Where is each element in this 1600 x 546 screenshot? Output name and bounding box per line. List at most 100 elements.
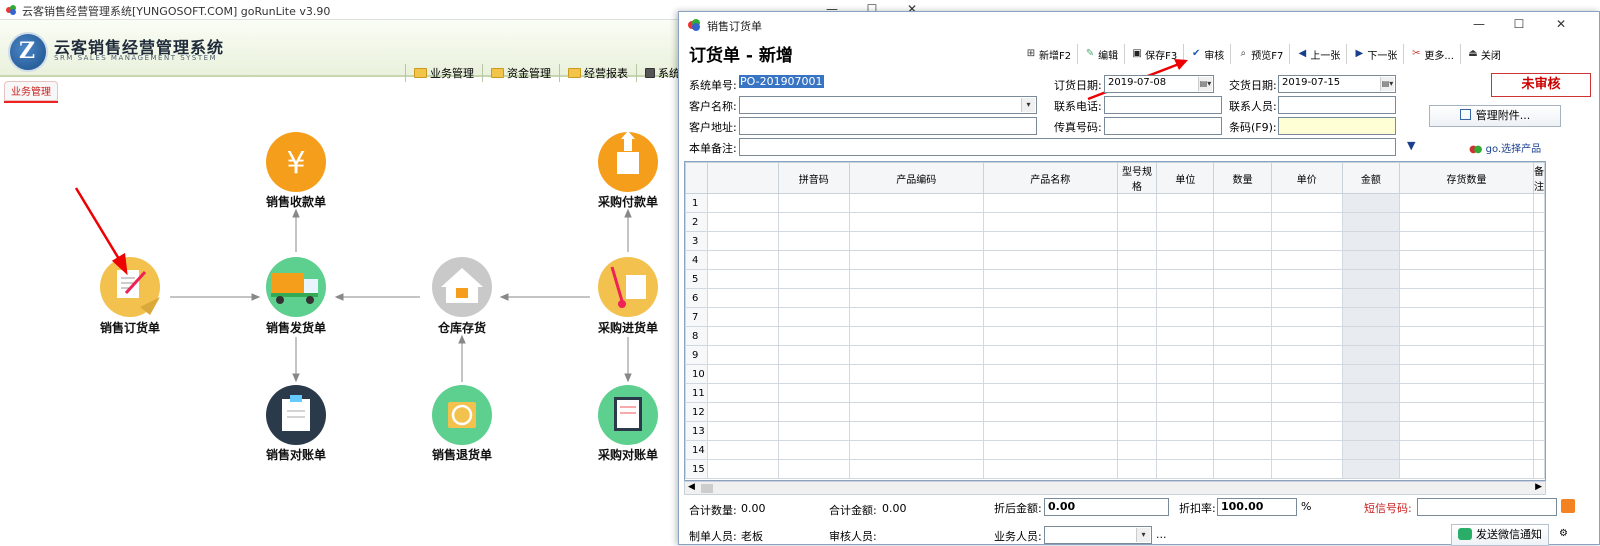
table-row[interactable]: 15 [685, 459, 1545, 479]
table-cell[interactable] [1398, 288, 1535, 308]
table-cell[interactable] [1156, 288, 1215, 308]
exit-button[interactable]: ⏏ 关闭 [1461, 44, 1507, 64]
node-sales-receipt[interactable]: 销售收款单 [241, 193, 351, 210]
table-cell[interactable] [1398, 326, 1535, 346]
table-cell[interactable] [777, 364, 850, 384]
table-cell[interactable] [706, 364, 779, 384]
column-header[interactable]: 单位 [1156, 162, 1215, 194]
table-cell[interactable] [982, 364, 1118, 384]
table-cell[interactable] [1213, 364, 1272, 384]
table-cell[interactable] [777, 383, 850, 403]
table-cell[interactable] [1398, 231, 1535, 251]
node-purchase-payment[interactable]: 采购付款单 [573, 193, 683, 210]
table-cell[interactable] [982, 288, 1118, 308]
table-cell[interactable] [1398, 440, 1535, 460]
table-cell[interactable] [1156, 459, 1215, 479]
table-cell[interactable] [1156, 307, 1215, 327]
table-cell[interactable] [982, 212, 1118, 232]
table-cell[interactable] [1533, 440, 1545, 460]
table-cell[interactable] [706, 250, 779, 270]
table-cell[interactable] [1270, 459, 1343, 479]
column-header[interactable]: 拼音码 [777, 162, 850, 194]
calendar-icon[interactable]: ▤▾ [1380, 77, 1394, 91]
column-header[interactable]: 产品名称 [982, 162, 1118, 194]
table-cell[interactable] [1213, 307, 1272, 327]
contact-field[interactable] [1278, 96, 1396, 114]
table-cell[interactable] [1213, 440, 1272, 460]
table-cell[interactable] [1398, 402, 1535, 422]
table-cell[interactable] [848, 250, 984, 270]
table-cell[interactable] [1116, 269, 1158, 289]
discounted-amount-field[interactable]: 0.00 [1044, 498, 1169, 516]
table-cell[interactable] [1398, 383, 1535, 403]
table-cell[interactable] [777, 402, 850, 422]
close-button[interactable]: ✕ [1541, 15, 1581, 35]
table-cell[interactable] [1341, 326, 1400, 346]
table-cell[interactable] [982, 402, 1118, 422]
table-cell[interactable] [1116, 421, 1158, 441]
table-cell[interactable] [1341, 212, 1400, 232]
table-cell[interactable] [982, 440, 1118, 460]
table-row[interactable]: 13 [685, 421, 1545, 441]
table-cell[interactable] [777, 440, 850, 460]
table-cell[interactable] [1270, 421, 1343, 441]
table-cell[interactable] [1270, 288, 1343, 308]
table-cell[interactable] [1116, 212, 1158, 232]
column-header[interactable]: 产品编码 [848, 162, 984, 194]
table-cell[interactable] [1270, 193, 1343, 213]
table-cell[interactable] [1116, 326, 1158, 346]
node-purchase-statement[interactable]: 采购对账单 [573, 446, 683, 463]
table-cell[interactable] [848, 345, 984, 365]
table-cell[interactable] [1270, 231, 1343, 251]
new-button[interactable]: ⊞ 新增F2 [1019, 44, 1079, 64]
table-cell[interactable] [1533, 345, 1545, 365]
table-cell[interactable] [1533, 231, 1545, 251]
table-cell[interactable] [982, 231, 1118, 251]
table-cell[interactable] [1398, 421, 1535, 441]
table-cell[interactable] [1116, 250, 1158, 270]
table-cell[interactable] [1156, 402, 1215, 422]
table-cell[interactable] [1341, 288, 1400, 308]
sys-no-field[interactable]: PO-201907001 [739, 75, 829, 93]
node-sales-order[interactable]: 销售订货单 [75, 319, 185, 336]
table-cell[interactable] [706, 345, 779, 365]
table-cell[interactable] [1156, 193, 1215, 213]
sms-field[interactable] [1417, 498, 1557, 516]
table-cell[interactable] [848, 231, 984, 251]
table-cell[interactable] [706, 421, 779, 441]
table-row[interactable]: 6 [685, 288, 1545, 308]
table-cell[interactable] [777, 421, 850, 441]
table-cell[interactable] [1213, 288, 1272, 308]
table-cell[interactable] [982, 421, 1118, 441]
table-cell[interactable] [1156, 212, 1215, 232]
table-cell[interactable] [777, 459, 850, 479]
table-cell[interactable] [777, 212, 850, 232]
order-date-field[interactable]: 2019-07-08 ▤▾ [1104, 75, 1214, 93]
maximize-button[interactable]: ☐ [1499, 15, 1539, 35]
table-cell[interactable] [1341, 421, 1400, 441]
table-cell[interactable] [777, 345, 850, 365]
table-cell[interactable] [1270, 250, 1343, 270]
discount-rate-field[interactable]: 100.00 [1217, 498, 1297, 516]
table-cell[interactable] [1341, 345, 1400, 365]
table-cell[interactable] [777, 326, 850, 346]
table-cell[interactable] [1213, 459, 1272, 479]
table-cell[interactable] [1341, 402, 1400, 422]
table-cell[interactable] [1156, 421, 1215, 441]
table-cell[interactable] [848, 440, 984, 460]
table-cell[interactable] [848, 421, 984, 441]
barcode-field[interactable] [1278, 117, 1396, 135]
table-cell[interactable] [982, 326, 1118, 346]
more-button[interactable]: ✂ 更多... [1404, 44, 1461, 64]
table-cell[interactable] [1533, 212, 1545, 232]
table-cell[interactable] [1270, 402, 1343, 422]
table-cell[interactable] [1341, 307, 1400, 327]
table-cell[interactable] [1398, 307, 1535, 327]
table-row[interactable]: 9 [685, 345, 1545, 365]
table-cell[interactable] [1270, 440, 1343, 460]
table-cell[interactable] [777, 307, 850, 327]
table-cell[interactable] [1116, 364, 1158, 384]
table-cell[interactable] [706, 440, 779, 460]
phone-field[interactable] [1104, 96, 1222, 114]
table-cell[interactable] [1398, 269, 1535, 289]
